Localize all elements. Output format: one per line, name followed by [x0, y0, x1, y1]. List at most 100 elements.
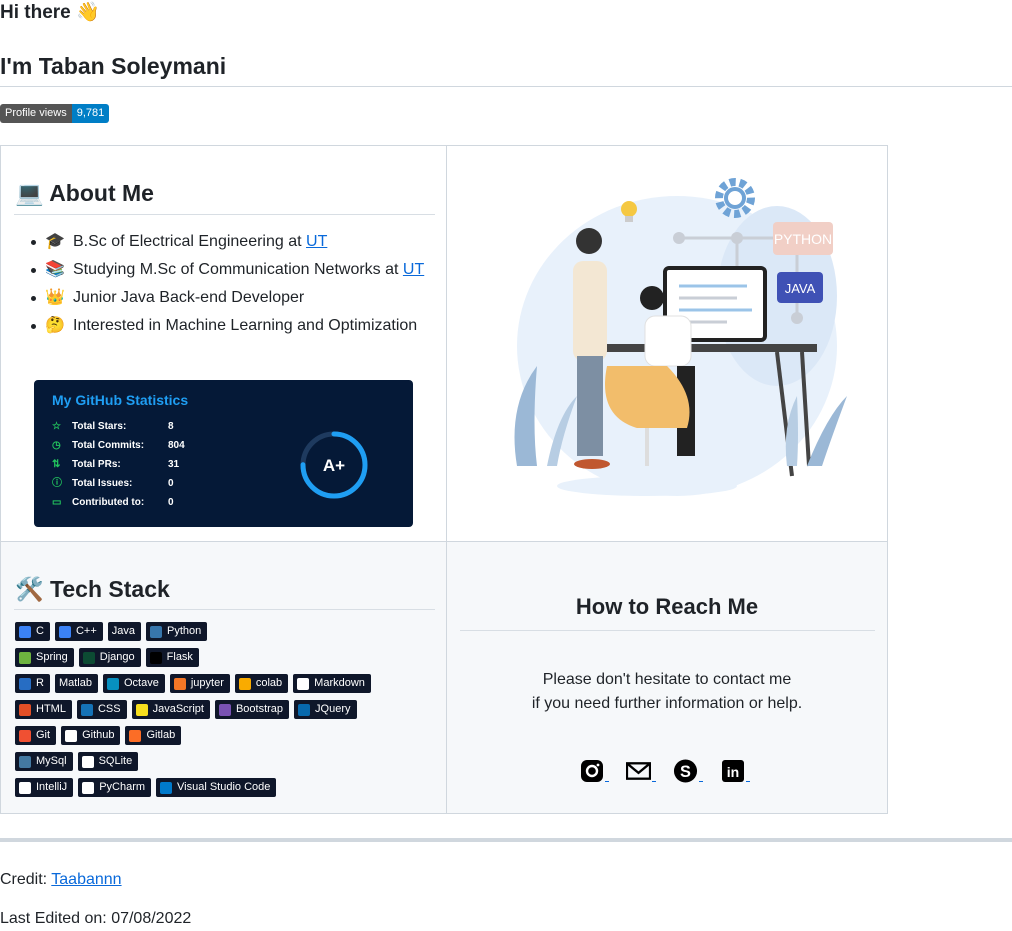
- tech-stack-cell: 🛠️ Tech Stack C C++ Java Python Spring Django…: [1, 542, 447, 813]
- stats-row: ◷ Total Commits: 804: [52, 436, 185, 455]
- sqlite-icon: [81, 755, 94, 768]
- tech-badge-row: IntelliJ PyCharm Visual Studio Code: [15, 778, 435, 797]
- cpp-icon: [58, 625, 71, 638]
- spring-icon: [19, 651, 31, 664]
- tech-badge: SQLite: [77, 752, 139, 771]
- tech-badge-label: Spring: [36, 651, 68, 663]
- stats-row: ☆ Total Stars: 8: [52, 417, 174, 436]
- tech-badge: Github: [61, 726, 121, 745]
- vscode-icon: [160, 781, 173, 794]
- list-item: 📚 Studying M.Sc of Communication Networks…: [31, 256, 424, 284]
- about-cell: 💻 About Me 🎓 B.Sc of Electrical Engineeri…: [1, 146, 447, 542]
- skype-icon[interactable]: S: [673, 758, 703, 783]
- tech-badge: Bootstrap: [214, 700, 290, 719]
- laptop-icon: 💻: [15, 180, 44, 206]
- pull-request-icon: ⇅: [52, 459, 61, 470]
- tech-badge-label: Git: [36, 729, 51, 741]
- tech-badge-label: Django: [99, 651, 135, 663]
- greeting-heading: Hi there 👋: [0, 2, 100, 23]
- tech-badge-list: C C++ Java Python Spring Django Flask R Matlab Oc…: [15, 622, 435, 804]
- svg-text:in: in: [726, 764, 738, 780]
- about-divider: [14, 214, 435, 215]
- list-item: 👑 Junior Java Back-end Developer: [31, 284, 424, 312]
- flask-icon: [149, 651, 162, 664]
- tech-badge-label: Bootstrap: [235, 703, 284, 715]
- crown-icon: 👑: [45, 289, 65, 306]
- html-icon: [19, 703, 31, 716]
- tech-badge-label: SQLite: [98, 755, 133, 767]
- about-item-text: Interested in Machine Learning and Optim…: [73, 317, 418, 334]
- history-icon: ◷: [52, 440, 61, 451]
- stats-label: Total Issues:: [72, 478, 133, 489]
- tech-badge-label: colab: [255, 677, 283, 689]
- reach-title: How to Reach Me: [575, 594, 759, 619]
- reach-line-1: Please don't hesitate to contact me: [542, 671, 792, 688]
- tech-badge-label: Java: [111, 625, 135, 637]
- tech-badge-label: MySql: [36, 755, 67, 767]
- tech-badge: colab: [234, 674, 289, 693]
- tech-badge-label: JavaScript: [152, 703, 204, 715]
- tech-badge-label: Python: [167, 625, 202, 637]
- email-icon[interactable]: [626, 758, 656, 783]
- tech-badge-label: R: [36, 677, 44, 689]
- tech-badge: Git: [15, 726, 57, 745]
- reach-cell: How to Reach Me Please don't hesitate to…: [447, 542, 887, 813]
- jquery-icon: [298, 703, 311, 716]
- about-list: 🎓 B.Sc of Electrical Engineering at UT 📚 S…: [31, 228, 424, 340]
- tech-badge: IntelliJ: [15, 778, 74, 797]
- r-icon: [19, 677, 31, 690]
- svg-text:S: S: [680, 762, 691, 780]
- profile-views-count: 9,781: [71, 104, 110, 123]
- stats-row: ▭ Contributed to: 0: [52, 493, 174, 512]
- books-icon: 📚: [45, 261, 65, 278]
- bootstrap-icon: [218, 703, 231, 716]
- tech-badge-label: Flask: [166, 651, 193, 663]
- rank-grade: A+: [323, 456, 345, 475]
- profile-views-badge: Profile views 9,781: [0, 104, 110, 123]
- tech-badge-row: Git Github Gitlab: [15, 726, 435, 745]
- tech-badge-label: Github: [82, 729, 115, 741]
- colab-icon: [238, 677, 251, 690]
- github-stats-card[interactable]: My GitHub Statistics ☆ Total Stars: 8 ◷ Tot…: [34, 380, 413, 527]
- java-tag-label: JAVA: [785, 281, 816, 296]
- tech-badge-label: Visual Studio Code: [177, 781, 271, 793]
- heading-divider: [0, 86, 1012, 87]
- tech-badge: CSS: [76, 700, 127, 719]
- tech-badge-row: MySql SQLite: [15, 752, 435, 771]
- linkedin-icon[interactable]: in: [720, 758, 750, 783]
- profile-table: 💻 About Me 🎓 B.Sc of Electrical Engineeri…: [0, 145, 888, 814]
- css-icon: [80, 703, 93, 716]
- tech-badge-row: HTML CSS JavaScript Bootstrap JQuery: [15, 700, 435, 719]
- tech-badge: C: [15, 622, 50, 641]
- tech-badge-label: CSS: [97, 703, 121, 715]
- tech-badge: Octave: [102, 674, 165, 693]
- octave-icon: [106, 677, 119, 690]
- intellij-icon: [19, 781, 31, 794]
- tech-badge-label: C++: [75, 625, 97, 637]
- graduation-cap-icon: 🎓: [45, 233, 65, 250]
- developer-illustration: PYTHON JAVA: [514, 178, 847, 496]
- ut-link[interactable]: UT: [306, 233, 327, 250]
- tech-badge: Gitlab: [125, 726, 182, 745]
- tech-badge-label: Gitlab: [146, 729, 176, 741]
- tech-badge: PyCharm: [78, 778, 152, 797]
- stats-value: 0: [168, 478, 174, 489]
- tech-badge: Spring: [15, 648, 74, 667]
- tech-badge: Python: [146, 622, 208, 641]
- tech-badge-label: jupyter: [190, 677, 224, 689]
- tech-badge-label: IntelliJ: [36, 781, 68, 793]
- tech-badge: Matlab: [54, 674, 98, 693]
- tech-badge-label: Markdown: [314, 677, 365, 689]
- tech-title: Tech Stack: [50, 576, 170, 602]
- instagram-icon[interactable]: [579, 758, 609, 783]
- python-tag-label: PYTHON: [774, 231, 832, 247]
- ut-link[interactable]: UT: [403, 261, 424, 278]
- stats-row: ⓘ Total Issues: 0: [52, 474, 174, 493]
- list-item: 🎓 B.Sc of Electrical Engineering at UT: [31, 228, 424, 256]
- stats-row: ⇅ Total PRs: 31: [52, 455, 179, 474]
- credit-link[interactable]: Taabannn: [51, 871, 121, 888]
- mysql-icon: [19, 755, 31, 768]
- issue-icon: ⓘ: [52, 478, 62, 489]
- tech-badge: JavaScript: [131, 700, 210, 719]
- about-heading: 💻 About Me: [15, 178, 154, 208]
